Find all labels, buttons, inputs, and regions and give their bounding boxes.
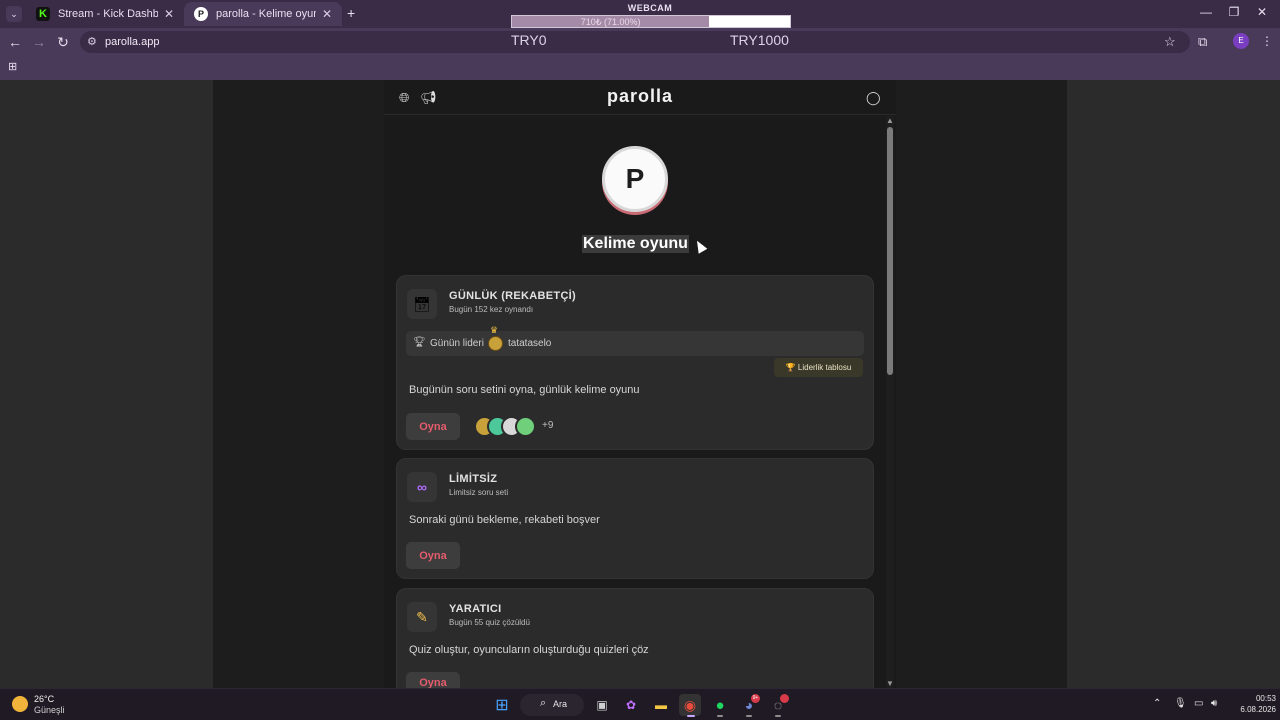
taskbar-date[interactable]: 6.08.2026 — [1226, 705, 1276, 714]
card-description: Sonraki günü bekleme, rekabeti boşver — [409, 514, 600, 526]
file-explorer-icon[interactable]: ▬ — [650, 694, 672, 716]
brand-title[interactable]: parolla — [560, 86, 720, 107]
restore-icon[interactable]: ❐ — [1224, 5, 1244, 19]
scroll-down-icon[interactable]: ▼ — [885, 679, 895, 688]
card-title: GÜNLÜK (REKABETÇİ) — [449, 290, 577, 302]
card-description: Bugünün soru setini oyna, günlük kelime … — [409, 384, 640, 396]
leader-avatar[interactable] — [488, 336, 503, 351]
taskbar-search[interactable] — [520, 694, 584, 716]
calendar-icon: 📅︎ — [407, 289, 437, 319]
crown-icon: ♛ — [490, 325, 499, 335]
tab-search-icon[interactable]: ⌄ — [6, 6, 22, 22]
url-text[interactable]: parolla.app — [105, 36, 159, 48]
goal-progress-text: 710₺ (71.00%) — [580, 17, 641, 27]
bookmark-star-icon[interactable]: ☆ — [1164, 34, 1176, 50]
tab-parolla[interactable]: P parolla - Kelime oyunu. Günlük ✕ — [184, 2, 342, 26]
close-window-icon[interactable]: ✕ — [1252, 5, 1272, 19]
unlimited-play-button[interactable]: Oyna — [406, 542, 460, 569]
scrollbar-thumb[interactable] — [887, 127, 893, 375]
windows-start-icon[interactable]: ⊞ — [491, 694, 513, 716]
volume-icon[interactable]: 🔊︎ — [1211, 698, 1217, 709]
goal-progress-bar: 710₺ (71.00%) — [511, 15, 791, 28]
close-icon[interactable]: ✕ — [322, 7, 332, 21]
card-title: YARATICI — [449, 603, 502, 615]
weather-description[interactable]: Güneşli — [34, 705, 65, 715]
card-description: Quiz oluştur, oyuncuların oluşturduğu qu… — [409, 644, 649, 656]
spotify-icon[interactable]: ● — [709, 694, 731, 716]
card-subtitle: Bugün 55 quiz çözüldü — [449, 618, 530, 627]
chrome-running-indicator — [687, 715, 695, 717]
reload-icon[interactable]: ↻ — [54, 34, 72, 51]
microphone-icon[interactable]: 🎙︎ — [1174, 698, 1187, 709]
close-icon[interactable]: ✕ — [164, 7, 174, 21]
kick-favicon-icon: K — [36, 7, 50, 21]
parolla-favicon-icon: P — [194, 7, 208, 21]
bookmarks-bar — [0, 55, 1280, 80]
discord-running-indicator — [746, 715, 752, 717]
address-bar[interactable] — [80, 31, 1190, 53]
creator-play-button[interactable]: Oyna — [406, 672, 460, 689]
tab-kick-dashboard[interactable]: K Stream - Kick Dashboard ✕ — [26, 2, 184, 26]
daily-play-button[interactable]: Oyna — [406, 413, 460, 440]
pencil-icon: ✎ — [407, 602, 437, 632]
obs-running-indicator — [775, 715, 781, 717]
apps-grid-icon[interactable]: ⊞ — [8, 60, 17, 73]
spotify-running-indicator — [717, 715, 723, 717]
leader-label: Günün lideri — [430, 338, 484, 349]
leaderboard-button[interactable]: 🏆 Liderlik tablosu — [774, 358, 863, 377]
new-tab-button[interactable]: + — [347, 5, 355, 21]
discord-badge: 9+ — [751, 694, 760, 703]
tab-title: Stream - Kick Dashboard — [58, 8, 158, 20]
page-tagline: Kelime oyunu — [582, 235, 689, 253]
weather-temperature[interactable]: 26°C — [34, 694, 54, 704]
goal-min-label: TRY0 — [511, 32, 547, 48]
menu-kebab-icon[interactable]: ⋮ — [1261, 34, 1273, 48]
minimize-icon[interactable]: — — [1196, 5, 1216, 19]
site-info-icon[interactable]: ⚙ — [87, 35, 97, 48]
card-title: LİMİTSİZ — [449, 473, 498, 485]
tray-overflow-icon[interactable]: ⌃ — [1153, 698, 1161, 709]
right-gutter — [1067, 80, 1280, 688]
taskbar-time[interactable]: 00:53 — [1236, 694, 1276, 703]
logo-letter: P — [625, 163, 645, 194]
player-avatar[interactable] — [515, 416, 536, 437]
profile-avatar[interactable]: E — [1233, 33, 1249, 49]
task-view-icon[interactable]: ▣ — [591, 694, 613, 716]
network-icon[interactable]: ▭ — [1194, 698, 1203, 709]
scroll-up-icon[interactable]: ▲ — [885, 116, 895, 125]
card-subtitle: Limitsiz soru seti — [449, 488, 509, 497]
copilot-icon[interactable]: ✿ — [620, 694, 642, 716]
language-globe-icon[interactable]: 🌐︎ — [399, 90, 409, 106]
search-label: Ara — [553, 699, 568, 709]
trophy-icon: 🏆︎ — [413, 337, 426, 348]
infinity-icon: ∞ — [407, 472, 437, 502]
back-icon[interactable]: ← — [6, 34, 24, 50]
parolla-logo: P — [602, 146, 668, 212]
extra-players-count: +9 — [542, 420, 554, 431]
tab-title: parolla - Kelime oyunu. Günlük — [216, 8, 316, 20]
announcement-megaphone-icon[interactable]: 📢︎ — [420, 90, 437, 106]
search-icon: ⌕ — [540, 697, 547, 709]
webcam-label: WEBCAM — [627, 3, 673, 13]
chrome-icon[interactable]: ◉ — [679, 694, 701, 716]
weather-sun-icon[interactable] — [12, 696, 28, 712]
left-gutter — [0, 80, 213, 688]
leader-name[interactable]: tatataselo — [508, 338, 551, 349]
goal-max-label: TRY1000 — [730, 32, 789, 48]
extensions-icon[interactable]: ⧉ — [1198, 34, 1207, 50]
forward-icon[interactable]: → — [30, 34, 48, 50]
obs-badge — [780, 694, 789, 703]
user-profile-icon[interactable]: ◯ — [866, 90, 881, 106]
card-subtitle: Bugün 152 kez oynandı — [449, 305, 534, 314]
